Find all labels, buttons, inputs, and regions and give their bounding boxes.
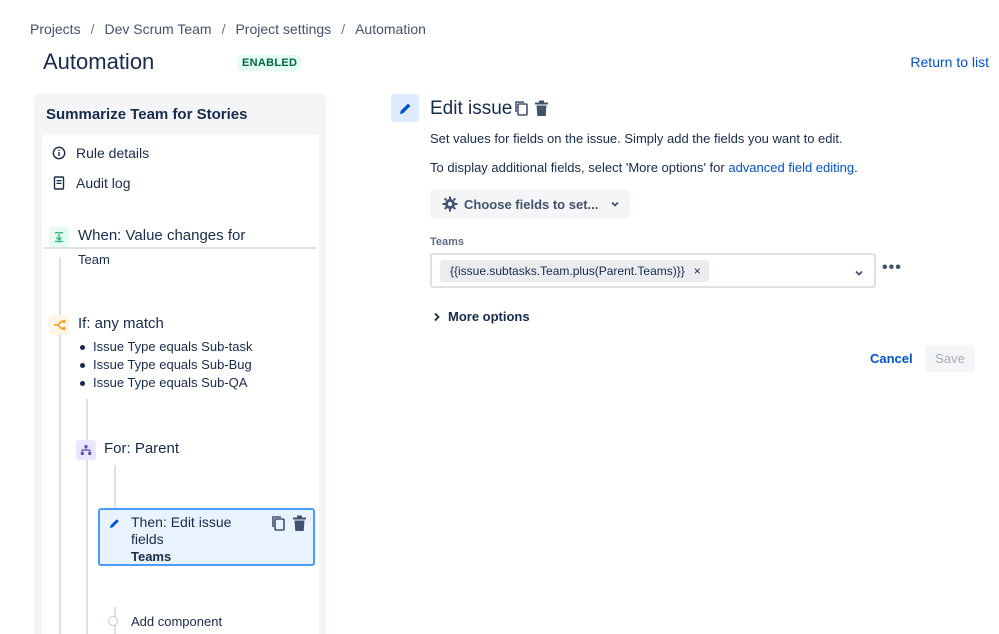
selected-value-tag: {{issue.subtasks.Team.plus(Parent.Teams)… [440,260,709,282]
rule-name: Summarize Team for Stories [46,106,248,123]
audit-log-link[interactable]: Audit log [52,175,130,191]
branch-step[interactable]: For: Parent [104,440,179,457]
breadcrumb-separator: / [341,21,346,37]
tag-label: {{issue.subtasks.Team.plus(Parent.Teams)… [450,264,685,278]
save-button[interactable]: Save [925,345,975,372]
more-actions-icon[interactable]: ••• [882,259,902,277]
trash-icon[interactable] [292,515,307,537]
teams-field-label: Teams [430,236,465,248]
breadcrumb-project-settings[interactable]: Project settings [235,21,331,37]
trigger-step[interactable]: When: Value changes for [78,227,245,244]
list-item: Issue Type equals Sub-task [78,338,252,356]
divider [44,247,316,249]
return-to-list-link[interactable]: Return to list [910,54,989,70]
branch-connector-line [86,399,88,634]
breadcrumb-projects[interactable]: Projects [30,21,81,37]
list-item: Issue Type equals Sub-QA [78,374,252,392]
document-icon [52,176,66,190]
chevron-down-icon[interactable] [854,265,864,283]
rule-details-label: Rule details [76,145,150,161]
action-detail: Teams [131,549,172,564]
editor-title: Edit issue [430,98,513,119]
cancel-button[interactable]: Cancel [862,345,921,372]
hierarchy-icon [76,440,96,460]
breadcrumb-separator: / [221,21,226,37]
add-component-link[interactable]: Add component [131,614,222,629]
breadcrumb: Projects / Dev Scrum Team / Project sett… [30,21,426,37]
condition-step[interactable]: If: any match [78,315,164,332]
teams-select[interactable]: {{issue.subtasks.Team.plus(Parent.Teams)… [430,253,876,288]
advanced-hint-text: To display additional fields, select 'Mo… [430,160,729,175]
trigger-icon [49,227,69,247]
editor-tools [514,100,549,122]
advanced-hint-suffix: . [854,160,858,175]
breadcrumb-dev-scrum-team[interactable]: Dev Scrum Team [104,21,211,37]
action-title: Then: Edit issue fields [131,514,232,547]
rule-details-link[interactable]: Rule details [52,145,149,161]
branch-condition-icon [49,315,69,335]
action-step[interactable]: Then: Edit issue fields Teams [98,508,315,566]
chevron-right-icon [433,312,441,322]
rule-panel: Summarize Team for Stories Rule details … [34,94,326,634]
breadcrumb-separator: / [90,21,95,37]
trigger-detail: Team [78,252,110,267]
action-tools [271,515,307,537]
more-options-toggle[interactable]: More options [433,309,530,324]
choose-fields-button[interactable]: Choose fields to set... [430,190,630,218]
status-badge: ENABLED [238,55,302,71]
more-options-label: More options [448,309,530,324]
advanced-editing-hint: To display additional fields, select 'Mo… [430,160,858,175]
remove-tag-icon[interactable]: × [694,264,701,278]
editor-description: Set values for fields on the issue. Simp… [430,131,843,146]
pencil-icon [108,517,121,535]
chevron-down-icon [610,199,620,209]
rule-chain: Rule details Audit log When: Value chang… [42,135,319,634]
page-title: Automation [43,49,155,74]
choose-fields-label: Choose fields to set... [464,196,599,212]
info-icon [52,146,66,160]
gear-icon [442,196,458,212]
copy-icon[interactable] [514,100,529,122]
add-component-dot [108,616,118,626]
copy-icon[interactable] [271,515,286,537]
chain-connector-line [59,257,61,634]
audit-log-label: Audit log [76,175,131,191]
list-item: Issue Type equals Sub-Bug [78,356,252,374]
condition-list: Issue Type equals Sub-task Issue Type eq… [78,338,252,392]
pencil-icon [391,94,419,122]
trash-icon[interactable] [534,100,549,122]
breadcrumb-automation[interactable]: Automation [355,21,426,37]
advanced-field-editing-link[interactable]: advanced field editing [728,160,854,175]
